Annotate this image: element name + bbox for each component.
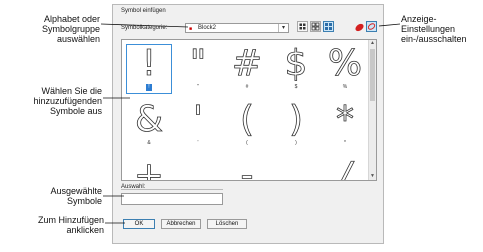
callout-lines bbox=[100, 23, 401, 224]
